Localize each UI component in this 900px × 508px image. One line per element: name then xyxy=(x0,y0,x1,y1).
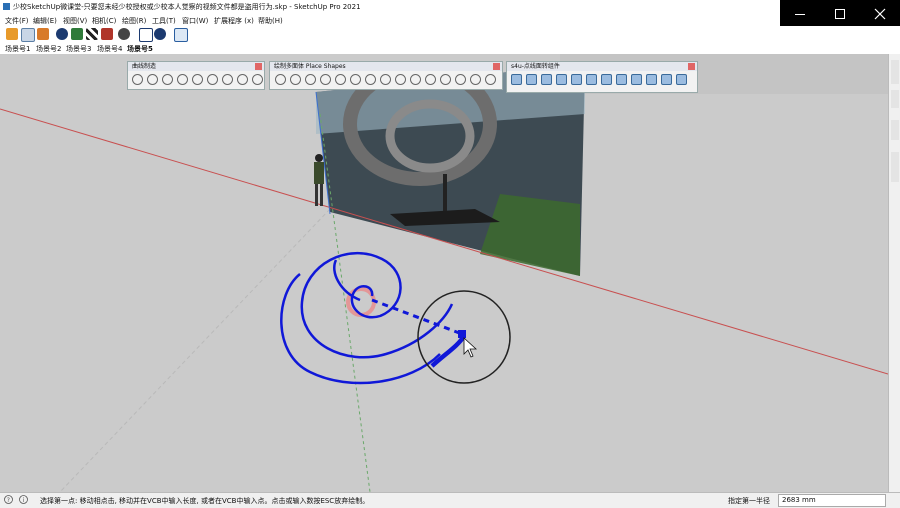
s4u-tool-3-icon[interactable] xyxy=(541,74,552,85)
s4u-toolbar: s4u-点线面转组件 xyxy=(506,61,698,93)
refresh-icon[interactable] xyxy=(21,28,35,42)
main-toolbar xyxy=(0,26,900,43)
menu-bar: 文件(F) 编辑(E) 视图(V) 相机(C) 绘图(R) 工具(T) 窗口(W… xyxy=(0,14,780,26)
shape-14-icon[interactable] xyxy=(470,74,481,85)
checker-icon[interactable] xyxy=(86,28,98,40)
maximize-icon xyxy=(835,9,845,19)
svg-text:?: ? xyxy=(7,497,10,504)
menu-draw[interactable]: 绘图(R) xyxy=(122,16,146,26)
s4u-tool-12-icon[interactable] xyxy=(676,74,687,85)
curve-toolbar-close-icon[interactable] xyxy=(255,63,262,70)
minimize-icon xyxy=(795,14,805,15)
info-icon[interactable] xyxy=(154,28,166,40)
window-title: 少校SketchUp微课堂-只要您未经少校授权或少校本人觉察的视频文件都是盗用行… xyxy=(13,3,361,11)
s4u-tool-11-icon[interactable] xyxy=(661,74,672,85)
s4u-tool-7-icon[interactable] xyxy=(601,74,612,85)
shapes-toolbar: 绘制多面体 Place Shapes xyxy=(269,61,503,90)
s4u-tool-5-icon[interactable] xyxy=(571,74,582,85)
mail-icon[interactable] xyxy=(139,28,153,42)
curve-tool-9-icon[interactable] xyxy=(252,74,263,85)
shapes-toolbar-close-icon[interactable] xyxy=(493,63,500,70)
shape-4-icon[interactable] xyxy=(320,74,331,85)
curve-tool-4-icon[interactable] xyxy=(177,74,188,85)
getting-started-icon[interactable] xyxy=(6,28,18,40)
modeling-viewport[interactable]: 曲线制造 绘制多面体 Place Shapes s4u-点线面转组件 xyxy=(0,54,888,492)
scene-tab-2[interactable]: 场景号2 xyxy=(36,44,61,54)
shape-12-icon[interactable] xyxy=(440,74,451,85)
s4u-toolbar-title: s4u-点线面转组件 xyxy=(511,63,560,70)
spiral-curve xyxy=(300,251,454,359)
status-prompt: 选择第一点: 移动相点击, 移动并在VCB中输入长度, 或者在VCB中输入点。点… xyxy=(40,497,370,505)
shape-8-icon[interactable] xyxy=(380,74,391,85)
sketchup-logo-icon xyxy=(3,3,10,10)
shape-9-icon[interactable] xyxy=(395,74,406,85)
layers-icon[interactable] xyxy=(37,28,49,40)
svg-text:i: i xyxy=(23,497,25,504)
vcb-input[interactable]: 2683 mm xyxy=(778,494,886,507)
curve-toolbar-title: 曲线制造 xyxy=(132,63,157,70)
shape-5-icon[interactable] xyxy=(335,74,346,85)
s4u-tool-9-icon[interactable] xyxy=(631,74,642,85)
s4u-tool-6-icon[interactable] xyxy=(586,74,597,85)
status-bar: ? i 选择第一点: 移动相点击, 移动并在VCB中输入长度, 或者在VCB中输… xyxy=(0,492,900,508)
s4u-tool-10-icon[interactable] xyxy=(646,74,657,85)
tray-tab-2[interactable] xyxy=(891,90,899,108)
help-icon[interactable]: ? xyxy=(4,495,13,504)
scene-tab-5[interactable]: 场景号5 xyxy=(127,44,153,54)
shape-7-icon[interactable] xyxy=(365,74,376,85)
menu-edit[interactable]: 编辑(E) xyxy=(33,16,57,26)
tray-tab-4[interactable] xyxy=(891,152,899,182)
warehouse-icon[interactable] xyxy=(71,28,83,40)
curve-tool-5-icon[interactable] xyxy=(192,74,203,85)
s4u-tool-4-icon[interactable] xyxy=(556,74,567,85)
menu-extensions[interactable]: 扩展程序 (x) xyxy=(214,16,254,26)
menu-file[interactable]: 文件(F) xyxy=(5,16,29,26)
shape-11-icon[interactable] xyxy=(425,74,436,85)
viewport-drawing xyxy=(0,54,888,492)
s4u-toolbar-close-icon[interactable] xyxy=(688,63,695,70)
scene-tab-4[interactable]: 场景号4 xyxy=(97,44,122,54)
shape-15-icon[interactable] xyxy=(485,74,496,85)
tray-tab-3[interactable] xyxy=(891,120,899,140)
shape-2-icon[interactable] xyxy=(290,74,301,85)
gear-icon[interactable] xyxy=(118,28,130,40)
add-location-icon[interactable] xyxy=(56,28,68,40)
extension-warehouse-icon[interactable] xyxy=(101,28,113,40)
curve-tool-7-icon[interactable] xyxy=(222,74,233,85)
curve-toolbar: 曲线制造 xyxy=(127,61,265,90)
menu-tools[interactable]: 工具(T) xyxy=(152,16,176,26)
shape-10-icon[interactable] xyxy=(410,74,421,85)
menu-window[interactable]: 窗口(W) xyxy=(182,16,208,26)
shape-6-icon[interactable] xyxy=(350,74,361,85)
s4u-tool-2-icon[interactable] xyxy=(526,74,537,85)
curve-tool-2-icon[interactable] xyxy=(147,74,158,85)
shape-1-icon[interactable] xyxy=(275,74,286,85)
scene-tab-1[interactable]: 场景号1 xyxy=(5,44,30,54)
info-status-icon[interactable]: i xyxy=(19,495,28,504)
mouse-pointer-icon xyxy=(463,337,478,358)
curve-tool-6-icon[interactable] xyxy=(207,74,218,85)
curve-tool-3-icon[interactable] xyxy=(162,74,173,85)
shape-13-icon[interactable] xyxy=(455,74,466,85)
menu-view[interactable]: 视图(V) xyxy=(63,16,87,26)
vcb-label: 指定第一半径 xyxy=(728,497,770,505)
select-tool-icon[interactable] xyxy=(174,28,188,42)
s4u-tool-8-icon[interactable] xyxy=(616,74,627,85)
close-icon xyxy=(874,8,886,20)
menu-camera[interactable]: 相机(C) xyxy=(92,16,116,26)
shapes-toolbar-title: 绘制多面体 Place Shapes xyxy=(274,63,346,70)
scene-tab-3[interactable]: 场景号3 xyxy=(66,44,91,54)
s4u-tool-1-icon[interactable] xyxy=(511,74,522,85)
vcb-value: 2683 mm xyxy=(782,496,816,504)
tray-tab-1[interactable] xyxy=(891,60,899,84)
scale-figure-icon xyxy=(314,154,324,206)
radius-guide xyxy=(371,298,463,336)
title-bar: 少校SketchUp微课堂-只要您未经少校授权或少校本人觉察的视频文件都是盗用行… xyxy=(0,0,900,14)
shape-3-icon[interactable] xyxy=(305,74,316,85)
curve-tool-1-icon[interactable] xyxy=(132,74,143,85)
right-tray xyxy=(888,54,900,492)
menu-help[interactable]: 帮助(H) xyxy=(258,16,283,26)
curve-tool-8-icon[interactable] xyxy=(237,74,248,85)
